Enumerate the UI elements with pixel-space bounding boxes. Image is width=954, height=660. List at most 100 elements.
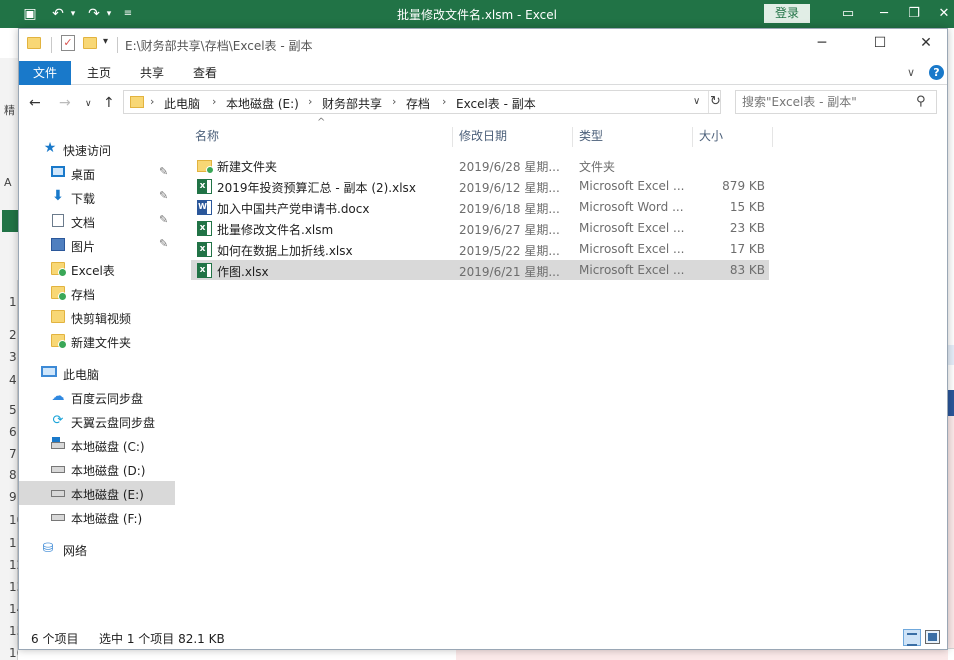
refresh-icon[interactable]: ↻ — [708, 91, 722, 113]
properties-icon[interactable]: ✓ — [61, 35, 75, 51]
file-list: ^ 名称 修改日期 类型 大小 新建文件夹 2019/6/28 星期... 文件… — [189, 117, 947, 619]
nav-drive-d[interactable]: 本地磁盘 (D:) — [19, 457, 175, 481]
close-icon[interactable]: ✕ — [911, 35, 941, 51]
nav-drive-e[interactable]: 本地磁盘 (E:) — [19, 481, 175, 505]
expand-ribbon-icon[interactable]: ∨ — [907, 66, 915, 79]
file-row[interactable]: 批量修改文件名.xlsm 2019/6/27 星期... Microsoft E… — [191, 218, 769, 238]
qat-dropdown-icon[interactable]: ▾ — [103, 36, 108, 47]
breadcrumb-separator-icon[interactable]: › — [308, 95, 312, 108]
qat-divider — [51, 37, 52, 53]
minimize-icon[interactable]: ─ — [874, 4, 894, 24]
baidu-cloud-icon: ☁ — [51, 389, 65, 404]
back-arrow-icon[interactable]: ← — [29, 95, 41, 111]
nav-drive-c[interactable]: 本地磁盘 (C:) — [19, 433, 175, 457]
breadcrumb-separator-icon[interactable]: › — [212, 95, 216, 108]
details-view-icon[interactable] — [903, 629, 921, 646]
nav-baidu-sync[interactable]: ☁ 百度云同步盘 — [19, 385, 175, 409]
nav-pictures[interactable]: 图片 ✎ — [19, 233, 175, 257]
row-number[interactable]: 9 — [0, 490, 18, 504]
row-number[interactable]: 16 — [0, 646, 24, 660]
nav-folder-new[interactable]: 新建文件夹 — [19, 329, 175, 353]
file-row[interactable]: 新建文件夹 2019/6/28 星期... 文件夹 — [191, 155, 769, 175]
address-dropdown-icon[interactable]: ∨ — [693, 96, 700, 107]
nav-label: 天翼云盘同步盘 — [71, 416, 156, 430]
breadcrumb-this-pc[interactable]: 此电脑 — [164, 95, 200, 112]
search-box[interactable]: ⚲ — [735, 90, 937, 114]
file-type: Microsoft Excel ... — [579, 179, 685, 193]
row-number[interactable]: 11 — [0, 536, 24, 550]
breadcrumb-separator-icon[interactable]: › — [442, 95, 446, 108]
file-row[interactable]: 2019年投资预算汇总 - 副本 (2).xlsx 2019/6/12 星期..… — [191, 176, 769, 196]
nav-drive-f[interactable]: 本地磁盘 (F:) — [19, 505, 175, 529]
nav-network[interactable]: ⛁ 网络 — [19, 537, 175, 561]
column-header-size[interactable]: 大小 — [693, 127, 773, 147]
nav-documents[interactable]: 文档 ✎ — [19, 209, 175, 233]
row-number[interactable]: 14 — [0, 602, 24, 616]
row-number[interactable]: 2 — [0, 328, 18, 342]
maximize-icon[interactable]: ☐ — [865, 35, 895, 51]
close-icon[interactable]: ✕ — [934, 4, 954, 24]
search-icon[interactable]: ⚲ — [916, 94, 926, 109]
ribbon-tabs: 文件 主页 共享 查看 ∨ ? — [19, 61, 947, 85]
nav-folder-video[interactable]: 快剪辑视频 — [19, 305, 175, 329]
nav-label: 本地磁盘 (D:) — [71, 464, 146, 478]
nav-downloads[interactable]: ⬇ 下载 ✎ — [19, 185, 175, 209]
file-row[interactable]: 加入中国共产党申请书.docx 2019/6/18 星期... Microsof… — [191, 197, 769, 217]
breadcrumb-current-folder[interactable]: Excel表 - 副本 — [456, 95, 536, 112]
restore-icon[interactable]: ❐ — [904, 4, 924, 24]
tab-home[interactable]: 主页 — [87, 61, 111, 85]
up-arrow-icon[interactable]: ↑ — [103, 95, 115, 111]
breadcrumb-separator-icon[interactable]: › — [150, 95, 154, 108]
nav-quick-access[interactable]: ★ 快速访问 — [19, 137, 175, 161]
row-number[interactable]: 3 — [0, 350, 18, 364]
nav-desktop[interactable]: 桌面 ✎ — [19, 161, 175, 185]
nav-folder-excel[interactable]: Excel表 — [19, 257, 175, 281]
row-number[interactable]: 8 — [0, 468, 18, 482]
column-header-date[interactable]: 修改日期 — [453, 127, 573, 147]
row-number[interactable]: 10 — [0, 513, 24, 527]
row-number[interactable]: 4 — [0, 373, 18, 387]
row-number[interactable]: 12 — [0, 558, 24, 572]
breadcrumb-drive-e[interactable]: 本地磁盘 (E:) — [226, 95, 299, 112]
pin-icon[interactable]: ✎ — [159, 165, 168, 178]
breadcrumb-finance-share[interactable]: 财务部共享 — [322, 95, 382, 112]
pin-icon[interactable]: ✎ — [159, 189, 168, 202]
nav-this-pc[interactable]: 此电脑 — [19, 361, 175, 385]
excel-green-marker — [2, 210, 18, 232]
nav-folder-archive[interactable]: 存档 — [19, 281, 175, 305]
nav-label: 百度云同步盘 — [71, 392, 144, 406]
pin-icon[interactable]: ✎ — [159, 213, 168, 226]
search-input[interactable] — [742, 94, 912, 110]
row-number[interactable]: 13 — [0, 580, 24, 594]
column-header-type[interactable]: 类型 — [573, 127, 693, 147]
column-header-name[interactable]: 名称 — [189, 127, 453, 147]
documents-icon — [52, 214, 64, 227]
login-button[interactable]: 登录 — [764, 4, 810, 23]
row-number[interactable]: 1 — [0, 295, 18, 309]
address-bar[interactable]: › 此电脑 › 本地磁盘 (E:) › 财务部共享 › 存档 › Excel表 … — [123, 90, 721, 114]
pin-icon[interactable]: ✎ — [159, 237, 168, 250]
folder-icon — [27, 37, 41, 49]
tab-share[interactable]: 共享 — [140, 61, 164, 85]
row-number[interactable]: 5 — [0, 403, 18, 417]
file-row-selected[interactable]: 作图.xlsx 2019/6/21 星期... Microsoft Excel … — [191, 260, 769, 280]
tab-view[interactable]: 查看 — [193, 61, 217, 85]
tab-file[interactable]: 文件 — [19, 61, 71, 85]
row-number[interactable]: 15 — [0, 624, 24, 638]
breadcrumb-archive[interactable]: 存档 — [406, 95, 430, 112]
excel-window-controls: ▭ ─ ❐ ✕ — [838, 4, 954, 24]
recent-locations-icon[interactable]: ∨ — [85, 99, 92, 109]
breadcrumb-separator-icon[interactable]: › — [392, 95, 396, 108]
nav-tianyi-sync[interactable]: ⟳ 天翼云盘同步盘 — [19, 409, 175, 433]
row-number[interactable]: 6 — [0, 425, 18, 439]
large-icons-view-icon[interactable] — [925, 630, 940, 644]
help-icon[interactable]: ? — [929, 65, 944, 80]
ribbon-display-icon[interactable]: ▭ — [838, 4, 858, 24]
word-file-icon — [197, 200, 212, 215]
forward-arrow-icon[interactable]: → — [59, 95, 71, 111]
minimize-icon[interactable]: ─ — [807, 35, 837, 51]
row-number[interactable]: 7 — [0, 447, 18, 461]
file-row[interactable]: 如何在数据上加折线.xlsx 2019/5/22 星期... Microsoft… — [191, 239, 769, 259]
file-name: 作图.xlsx — [217, 265, 269, 279]
new-folder-icon[interactable] — [83, 37, 97, 49]
